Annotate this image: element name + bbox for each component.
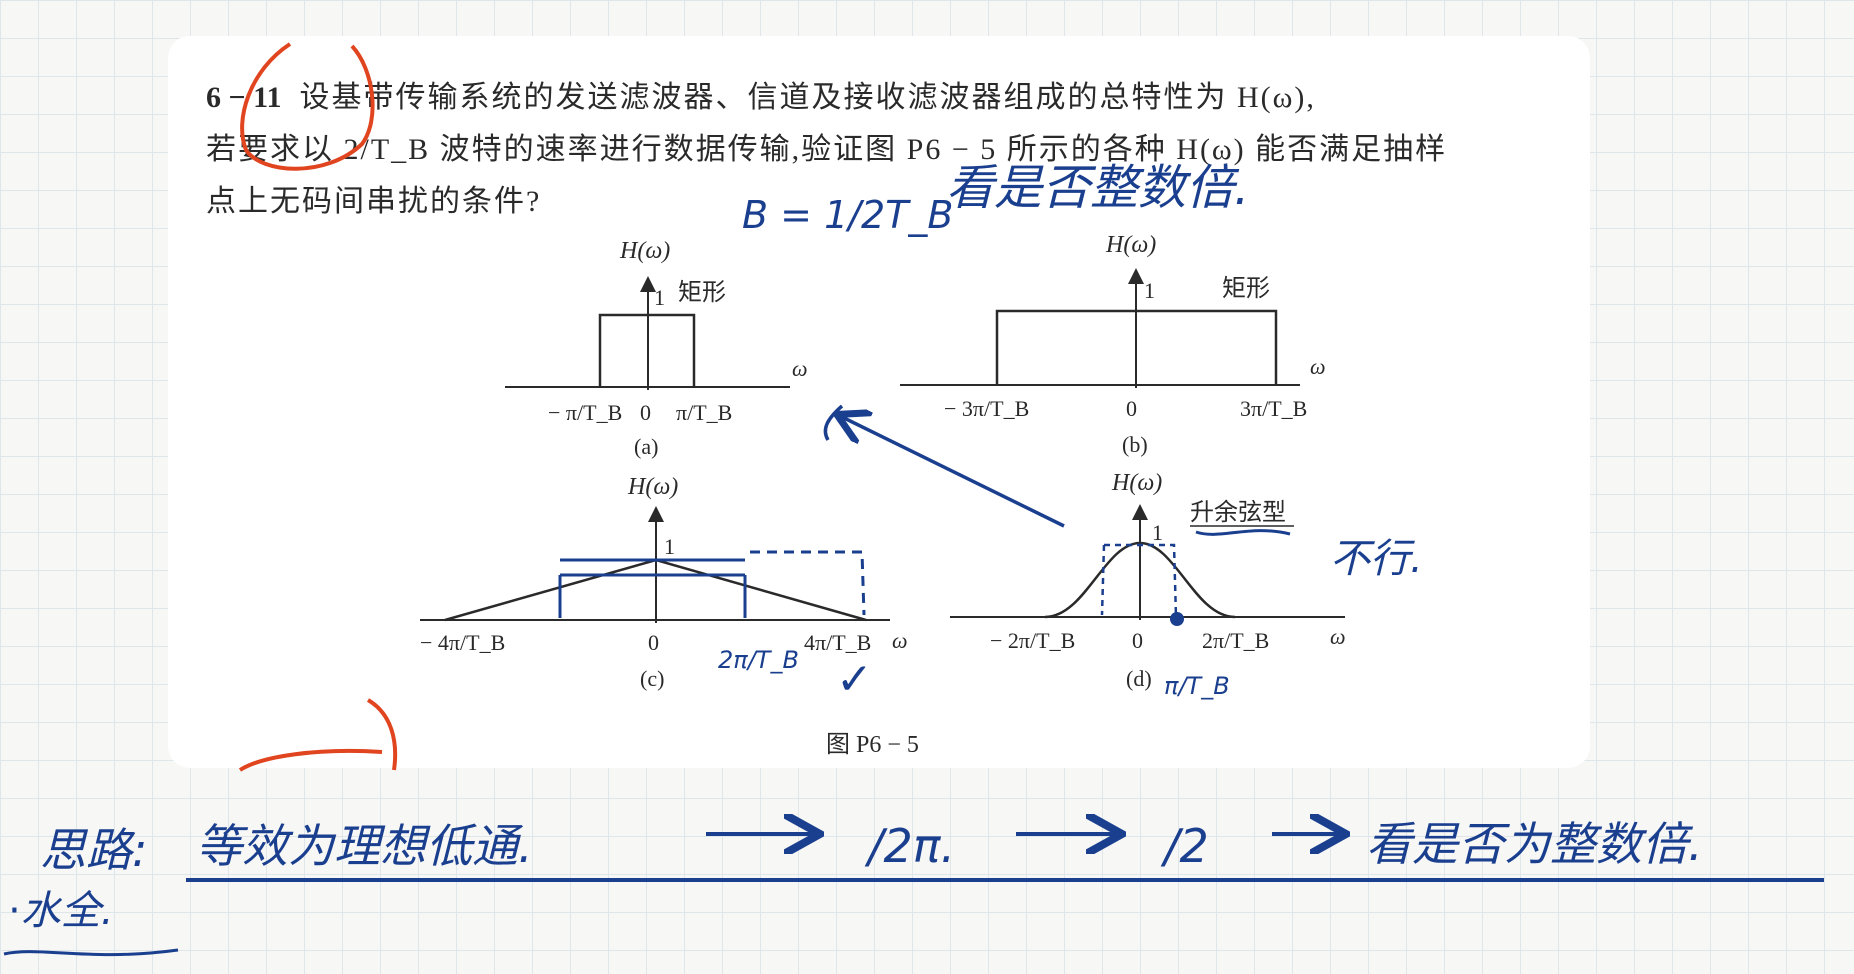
panel-d-hand-note: 不行. — [1330, 536, 1423, 582]
panel-a-tick-zero: 0 — [640, 400, 651, 425]
figure-canvas: H(ω) 1 矩形 ω − π/T_B 0 π/T_B (a) H(ω) 1 矩… — [3, 42, 1824, 957]
panel-c-shifted-sketch — [750, 550, 866, 616]
hand-idea-label: 思路: — [40, 823, 148, 877]
hand-idea-step4: 看是否为整数倍. — [1366, 817, 1703, 871]
panel-a-ylabel: H(ω) — [619, 238, 670, 264]
panel-c-tick-neg: − 4π/T_B — [420, 630, 505, 655]
red-mark-bottom — [238, 698, 398, 772]
panel-d-caption: (d) — [1126, 666, 1152, 691]
panel-d-omega: ω — [1330, 624, 1346, 649]
panel-b-tick-zero: 0 — [1126, 396, 1137, 421]
hand-top-note: 看是否整数倍. — [946, 160, 1249, 216]
hand-arrow-d-to-a — [840, 416, 1065, 528]
panel-b-tick-neg: − 3π/T_B — [944, 396, 1029, 421]
panel-d-tick-neg: − 2π/T_B — [990, 628, 1075, 653]
panel-c-check-mark: ✓ — [836, 654, 873, 705]
hand-idea-step2: /2π. — [864, 819, 955, 873]
panel-a: H(ω) 1 矩形 ω − π/T_B 0 π/T_B (a) — [505, 238, 808, 459]
panel-d-hand-mark: π/T_B — [1164, 672, 1230, 700]
hand-b-formula: B = 1/2T_B — [742, 193, 954, 237]
panel-d-point-marker — [1170, 612, 1184, 626]
panel-c-ideal-lowpass-sketch — [558, 558, 747, 618]
panel-a-one: 1 — [654, 285, 665, 310]
panel-c-tick-pos: 4π/T_B — [804, 630, 871, 655]
panel-d-tick-zero: 0 — [1132, 628, 1143, 653]
panel-b-shape: 矩形 — [1222, 275, 1270, 302]
panel-c: H(ω) 1 ω − 4π/T_B 0 4π/T_B (c) 2π/T_B ✓ — [420, 474, 908, 705]
panel-b-ylabel: H(ω) — [1105, 232, 1156, 258]
panel-d-shape-underline-ink — [1195, 529, 1291, 536]
panel-c-omega: ω — [892, 628, 908, 653]
figure-caption: 图 P6 − 5 — [826, 732, 919, 758]
panel-b: H(ω) 1 矩形 ω − 3π/T_B 0 3π/T_B (b) — [900, 232, 1326, 457]
panel-b-one: 1 — [1144, 278, 1155, 303]
panel-a-tick-neg: − π/T_B — [548, 400, 622, 425]
panel-b-omega: ω — [1310, 354, 1326, 379]
panel-c-caption: (c) — [640, 666, 664, 691]
panel-d-one: 1 — [1152, 520, 1163, 545]
panel-a-tick-pos: π/T_B — [676, 400, 732, 425]
red-circle-question-number — [240, 42, 375, 171]
panel-c-ylabel: H(ω) — [627, 474, 678, 500]
hand-idea-step1: 等效为理想低通. — [196, 819, 533, 873]
panel-a-caption: (a) — [634, 434, 658, 459]
panel-d-ylabel: H(ω) — [1111, 470, 1162, 496]
panel-a-omega: ω — [792, 356, 808, 381]
hand-idea-line2-underline — [3, 948, 179, 957]
panel-a-shape: 矩形 — [678, 279, 726, 306]
panel-c-one: 1 — [664, 534, 675, 559]
panel-d-shape: 升余弦型 — [1190, 499, 1286, 526]
panel-c-tick-zero: 0 — [648, 630, 659, 655]
panel-b-caption: (b) — [1122, 432, 1148, 457]
hand-arrow-hook — [823, 404, 844, 441]
panel-b-tick-pos: 3π/T_B — [1240, 396, 1307, 421]
panel-d-tick-pos: 2π/T_B — [1202, 628, 1269, 653]
panel-c-hand-mark: 2π/T_B — [718, 646, 799, 674]
hand-idea-line2: ⋅水全. — [8, 888, 113, 934]
hand-idea-step3: /2 — [1160, 819, 1209, 873]
